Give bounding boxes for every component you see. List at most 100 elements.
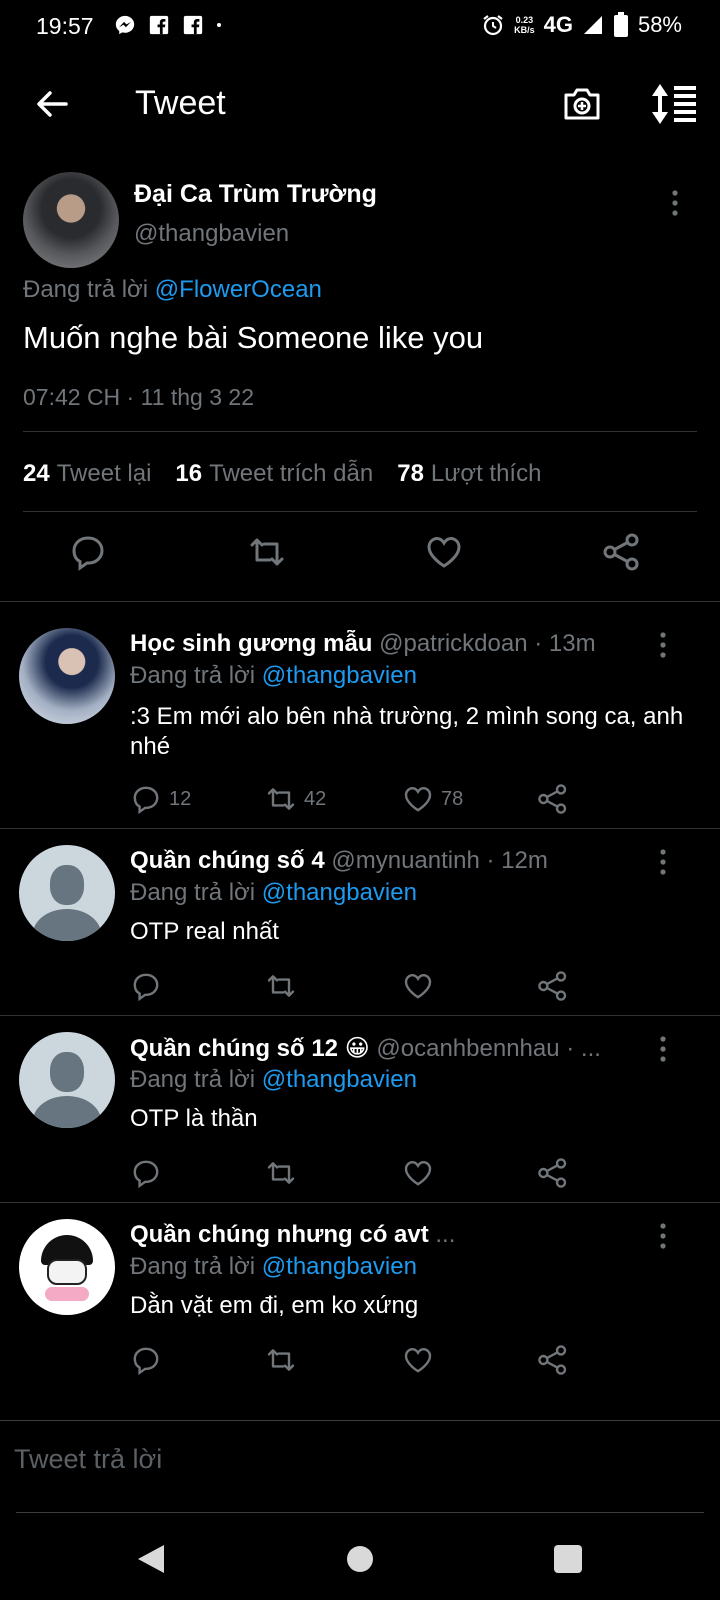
reply-meta: ... — [435, 1221, 456, 1248]
like-icon — [404, 786, 432, 812]
retweet-icon — [267, 1349, 295, 1371]
more-options-icon[interactable] — [653, 1221, 673, 1251]
like-icon — [404, 973, 432, 999]
like-count: 78 — [441, 787, 464, 810]
page-title: Tweet — [135, 84, 226, 122]
reply-avatar[interactable] — [19, 1032, 115, 1128]
author-avatar[interactable] — [23, 172, 119, 268]
reply-item[interactable]: Quần chúng số 12 😀 @ocanhbennhau · ... Đ… — [0, 1016, 720, 1202]
reply-text: Dằn vặt em đi, em ko xứng — [130, 1292, 419, 1319]
sort-replies-icon[interactable] — [650, 82, 700, 126]
reply-avatar[interactable] — [19, 1219, 115, 1315]
quote-tweets-stat[interactable]: 16 Tweet trích dẫn — [175, 460, 373, 488]
likes-stat[interactable]: 78 Lượt thích — [397, 460, 541, 488]
reply-action[interactable] — [130, 1343, 169, 1377]
nav-recents-icon[interactable] — [548, 1539, 588, 1579]
retweet-action[interactable] — [265, 1343, 304, 1377]
app-bar: Tweet — [0, 60, 720, 150]
battery-percent: 58% — [637, 12, 682, 37]
replying-to-mention[interactable]: @thangbavien — [262, 879, 417, 906]
like-icon[interactable] — [424, 532, 464, 572]
divider — [23, 511, 697, 512]
share-action[interactable] — [537, 969, 569, 1003]
stat-label: Tweet trích dẫn — [209, 460, 374, 487]
reply-item[interactable]: Quần chúng nhưng có avt ... Đang trả lời… — [0, 1203, 720, 1393]
status-bar: 19:57 0.23 KB/s 4G 58% — [0, 0, 720, 54]
more-options-icon[interactable] — [665, 188, 685, 218]
reply-author-name[interactable]: Quần chúng nhưng có avt — [130, 1221, 429, 1248]
reply-input[interactable] — [14, 1434, 694, 1484]
camera-add-icon[interactable] — [560, 82, 604, 126]
avatar-face — [47, 1259, 87, 1285]
retweets-stat[interactable]: 24 Tweet lại — [23, 460, 151, 488]
nav-back-icon[interactable] — [132, 1539, 172, 1579]
signal-icon — [583, 16, 602, 34]
replying-to-mention[interactable]: @thangbavien — [262, 1066, 417, 1093]
author-name[interactable]: Đại Ca Trùm Trường — [134, 180, 377, 209]
retweet-count: 42 — [304, 787, 327, 810]
tweet-actions — [0, 532, 720, 592]
default-avatar-head — [50, 1052, 84, 1092]
reply-action[interactable] — [130, 1156, 169, 1190]
reply-author-name[interactable]: Quần chúng số 12 😀 — [130, 1035, 370, 1062]
reply-avatar[interactable] — [19, 628, 115, 724]
reply-icon — [133, 1347, 159, 1376]
tweet-stats: 24 Tweet lại 16 Tweet trích dẫn 78 Lượt thí… — [23, 460, 541, 488]
like-action[interactable]: 78 — [402, 782, 463, 816]
author-handle[interactable]: @thangbavien — [134, 220, 289, 248]
reply-text: :3 Em mới alo bên nhà trường, 2 mình son… — [130, 703, 684, 760]
reply-author-name[interactable]: Học sinh gương mẫu — [130, 630, 372, 657]
reply-icon — [133, 973, 159, 1002]
divider — [0, 1420, 720, 1421]
more-options-icon[interactable] — [653, 630, 673, 660]
share-action[interactable] — [537, 782, 569, 816]
like-action[interactable] — [402, 1343, 441, 1377]
replying-to-prefix: Đang trả lời — [130, 662, 256, 689]
reply-action[interactable]: 12 — [130, 782, 191, 816]
share-icon — [538, 1345, 567, 1375]
share-action[interactable] — [537, 1156, 569, 1190]
reply-header: Quần chúng số 4 @mynuantinh · 12m — [130, 847, 650, 875]
reply-avatar[interactable] — [19, 845, 115, 941]
like-action[interactable] — [402, 969, 441, 1003]
reply-header: Quần chúng nhưng có avt ... — [130, 1221, 650, 1249]
nav-home-icon[interactable] — [340, 1539, 380, 1579]
reply-item[interactable]: Quần chúng số 4 @mynuantinh · 12m Đang t… — [0, 829, 720, 1015]
retweet-action[interactable] — [265, 969, 304, 1003]
reply-icon[interactable] — [68, 532, 108, 572]
tweet-timestamp: 07:42 CH · 11 thg 3 22 — [23, 384, 254, 410]
retweet-action[interactable] — [265, 1156, 304, 1190]
avatar-skirt — [45, 1287, 89, 1301]
back-arrow-icon[interactable] — [30, 82, 74, 126]
reply-icon — [133, 786, 159, 815]
stat-count: 16 — [175, 460, 203, 487]
replying-to-prefix: Đang trả lời — [130, 1066, 256, 1093]
replying-to: Đang trả lời @thangbavien — [130, 879, 417, 907]
more-options-icon[interactable] — [653, 1034, 673, 1064]
reply-action[interactable] — [130, 969, 169, 1003]
reply-author-name[interactable]: Quần chúng số 4 — [130, 847, 325, 874]
retweet-icon[interactable] — [247, 532, 287, 572]
retweet-action[interactable]: 42 — [265, 782, 326, 816]
notification-icons — [114, 14, 228, 36]
share-icon[interactable] — [602, 532, 642, 572]
dot-icon — [217, 23, 221, 27]
network-type: 4G — [543, 12, 573, 37]
replying-to-mention[interactable]: @FlowerOcean — [155, 276, 322, 303]
reply-item[interactable]: Học sinh gương mẫu @patrickdoan · 13m Đa… — [0, 602, 720, 828]
battery-icon — [613, 12, 628, 37]
facebook-icon — [183, 15, 203, 35]
reply-header: Quần chúng số 12 😀 @ocanhbennhau · ... — [130, 1034, 650, 1063]
like-action[interactable] — [402, 1156, 441, 1190]
default-avatar-body — [33, 1096, 101, 1128]
share-icon — [538, 971, 567, 1001]
replying-to-mention[interactable]: @thangbavien — [262, 1253, 417, 1280]
retweet-icon — [267, 975, 295, 997]
more-options-icon[interactable] — [653, 847, 673, 877]
reply-header: Học sinh gương mẫu @patrickdoan · 13m — [130, 630, 650, 658]
share-action[interactable] — [537, 1343, 569, 1377]
retweet-icon — [267, 1162, 295, 1184]
replying-to-mention[interactable]: @thangbavien — [262, 662, 417, 689]
stat-count: 78 — [397, 460, 424, 487]
like-icon — [404, 1160, 432, 1186]
